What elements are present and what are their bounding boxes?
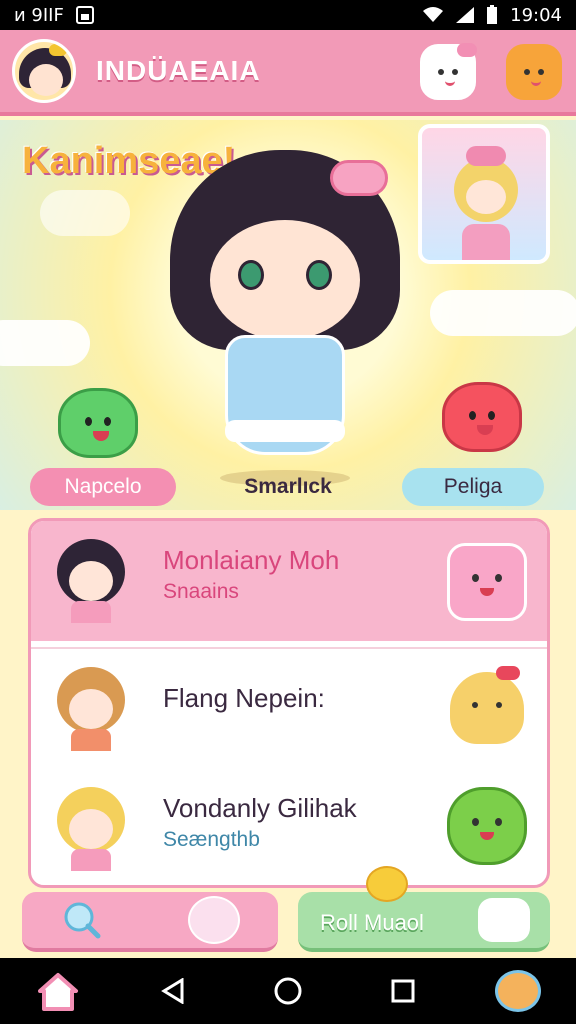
marshmallow-icon xyxy=(478,898,530,942)
list-item[interactable]: Flang Nepein: xyxy=(31,649,547,769)
bunny-mascot-icon xyxy=(188,896,240,944)
search-icon xyxy=(64,902,101,939)
list-item-subtitle: Snaains xyxy=(163,580,239,603)
list-item-subtitle: Seængthb xyxy=(163,828,260,851)
red-slime-icon[interactable] xyxy=(442,382,522,452)
roll-button[interactable]: Roll Muaol xyxy=(298,866,550,952)
hamster-icon[interactable] xyxy=(447,666,527,747)
character-label-text: Peliga xyxy=(443,475,503,498)
recents-icon[interactable] xyxy=(379,967,427,1015)
list-item-title: Vondanly Gilihak xyxy=(163,793,357,823)
list-item-title: Flang Nepein: xyxy=(163,683,325,713)
app-title: INDÜAEAIA xyxy=(96,55,261,86)
signal-icon xyxy=(456,7,475,23)
wifi-icon xyxy=(423,7,444,22)
status-left-text: ᴎ 9IIF xyxy=(14,4,64,26)
character-label-napcelo[interactable]: Napcelo xyxy=(30,468,176,506)
system-nav-bar xyxy=(0,958,576,1024)
search-button[interactable] xyxy=(22,892,278,952)
camera-app-icon xyxy=(75,6,94,24)
green-slime-icon[interactable] xyxy=(58,388,138,458)
profile-avatar[interactable] xyxy=(12,39,76,103)
battery-icon xyxy=(487,5,498,24)
status-bar: ᴎ 9IIF 19:04 xyxy=(0,0,576,30)
list-item[interactable]: Monlaiany Moh Snaains xyxy=(31,521,547,641)
list-item-title: Monlaiany Moh xyxy=(163,545,340,575)
character-label-text: Napcelo xyxy=(64,475,142,498)
cloud-decoration xyxy=(0,320,90,366)
avatar xyxy=(51,787,131,871)
app-bar: INDÜAEAIA xyxy=(0,30,576,116)
roll-button-label: Roll Muaol xyxy=(320,910,424,935)
character-label-text: Smarlıck xyxy=(244,475,332,498)
green-blob-icon[interactable] xyxy=(447,787,527,865)
cloud-decoration xyxy=(430,290,576,336)
friends-list-panel: Monlaiany Moh Snaains Flang Nepein: Vond… xyxy=(28,518,550,888)
home-circle-icon[interactable] xyxy=(264,967,312,1015)
cloud-decoration xyxy=(40,190,130,236)
main-character[interactable] xyxy=(160,150,410,490)
hamster-icon[interactable] xyxy=(494,967,542,1015)
character-label-smarlick[interactable]: Smarlıck xyxy=(216,468,360,506)
hero-scene: Kanimseae! xyxy=(0,120,576,510)
character-label-peliga[interactable]: Peliga xyxy=(402,468,544,506)
status-time: 19:04 xyxy=(510,4,562,26)
list-item[interactable]: Vondanly Gilihak Seængthb xyxy=(31,769,547,885)
back-icon[interactable] xyxy=(149,967,197,1015)
avatar xyxy=(51,539,131,623)
character-thumbnail[interactable] xyxy=(418,124,550,264)
avatar xyxy=(51,667,131,751)
bear-mascot-icon[interactable] xyxy=(506,44,562,100)
cat-mascot-icon[interactable] xyxy=(420,43,477,100)
chick-mascot-icon xyxy=(366,866,408,902)
pink-blob-icon[interactable] xyxy=(447,543,527,621)
home-icon[interactable] xyxy=(34,967,82,1015)
